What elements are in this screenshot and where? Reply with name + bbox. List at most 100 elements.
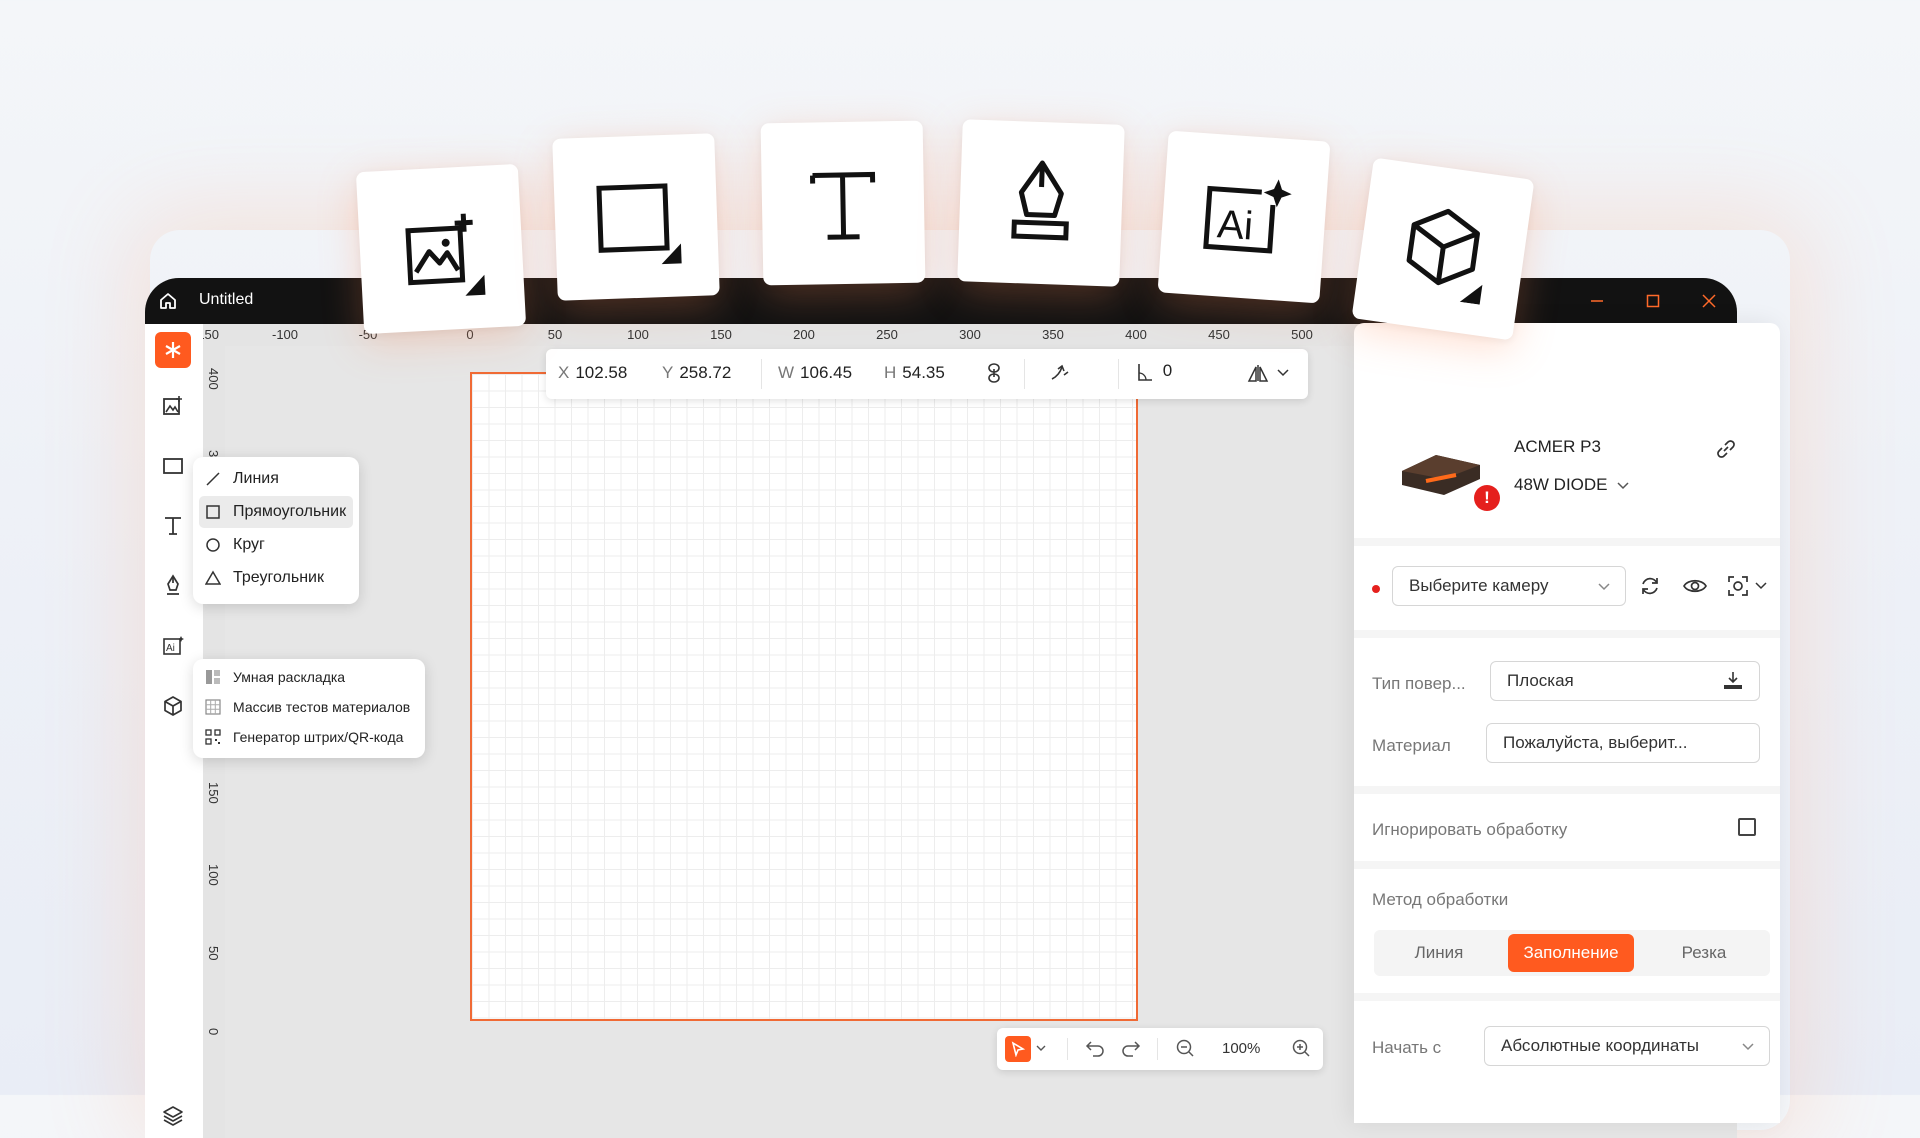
grid-icon (205, 699, 221, 715)
eye-icon (1683, 579, 1707, 593)
pen-icon (1011, 160, 1069, 241)
angle-value: 0 (1162, 361, 1173, 381)
tool-text[interactable] (155, 508, 191, 544)
ruler-tick: 500 (1291, 327, 1313, 342)
shape-menu-item-triangle[interactable]: Треугольник (199, 562, 353, 594)
camera-select[interactable]: Выберите камеру (1392, 566, 1626, 606)
layers-button[interactable] (155, 1098, 191, 1134)
shape-menu-item-rectangle[interactable]: Прямоугольник (199, 496, 353, 528)
select-tool-button[interactable] (1005, 1036, 1031, 1062)
tool-image[interactable] (155, 388, 191, 424)
processing-method-segmented: Линия Заполнение Резка (1374, 930, 1770, 976)
w-field[interactable]: W 106.45 (778, 363, 852, 383)
triangle-icon (205, 570, 221, 585)
chevron-down-icon (1742, 1043, 1754, 1051)
zoom-in-button[interactable] (1291, 1038, 1311, 1063)
svg-text:Ai: Ai (1216, 202, 1255, 248)
ruler-tick: -100 (271, 327, 299, 342)
window-controls (1569, 278, 1737, 324)
x-value: 102.58 (575, 363, 628, 382)
ruler-tick: 200 (793, 327, 815, 342)
maximize-button[interactable] (1625, 278, 1681, 324)
material-value: Пожалуйста, выберит... (1503, 733, 1688, 752)
camera-capture-button[interactable] (1726, 574, 1770, 603)
menu-item-label: Умная раскладка (233, 669, 346, 685)
ruler-tick: 150 (206, 782, 221, 804)
ruler-tick: 50 (547, 327, 563, 342)
device-warning-icon[interactable]: ! (1474, 485, 1500, 511)
laser-module-select[interactable]: 48W DIODE (1514, 475, 1630, 495)
feature-card-shape (552, 133, 720, 301)
tool-shape[interactable] (155, 448, 191, 484)
method-line-button[interactable]: Линия (1378, 934, 1500, 972)
menu-item-label: Прямоугольник (233, 503, 347, 520)
close-button[interactable] (1681, 278, 1737, 324)
ai-icon: Ai (1203, 179, 1292, 254)
link-icon (1717, 440, 1735, 458)
camera-preview-button[interactable] (1682, 574, 1708, 603)
start-from-select[interactable]: Абсолютные координаты (1484, 1026, 1770, 1066)
rectangle-icon (163, 458, 183, 474)
canvas-bottom-bar: 100% (997, 1028, 1323, 1070)
tools-menu-item-material-test[interactable]: Массив тестов материалов (199, 692, 419, 722)
tool-3d[interactable] (155, 688, 191, 724)
y-field[interactable]: Y 258.72 (662, 363, 731, 383)
camera-refresh-button[interactable] (1638, 574, 1662, 603)
shape-menu-item-circle[interactable]: Круг (199, 529, 353, 561)
tool-pen[interactable] (155, 568, 191, 604)
chevron-down-icon (1617, 482, 1629, 490)
circle-icon (206, 538, 220, 552)
ruler-tick: 350 (1042, 327, 1064, 342)
text-icon (165, 517, 181, 535)
cube-icon (164, 696, 182, 716)
ruler-tick: 100 (206, 864, 221, 886)
surface-type-value: Плоская (1507, 671, 1574, 690)
image-icon (163, 396, 182, 415)
logo-button[interactable] (155, 332, 191, 368)
document-title: Untitled (199, 291, 254, 308)
menu-item-label: Треугольник (233, 569, 324, 586)
ruler-tick: 0 (466, 327, 474, 342)
tools-menu-item-qr-generator[interactable]: Генератор штрих/QR-кода (199, 722, 419, 752)
method-fill-button[interactable]: Заполнение (1508, 934, 1634, 972)
tool-ai[interactable]: Ai (155, 628, 191, 664)
menu-item-label: Круг (233, 536, 265, 553)
tools-menu-item-smart-layout[interactable]: Умная раскладка (199, 662, 419, 692)
work-area-canvas[interactable] (470, 372, 1138, 1021)
material-select[interactable]: Пожалуйста, выберит... (1486, 723, 1760, 763)
cursor-icon (1011, 1041, 1026, 1057)
undo-button[interactable] (1085, 1038, 1105, 1063)
layers-icon (163, 1106, 183, 1126)
minimize-button[interactable] (1569, 278, 1625, 324)
flip-button[interactable] (1246, 361, 1294, 390)
angle-field[interactable]: 0 (1136, 361, 1172, 383)
shape-menu-item-line[interactable]: Линия (199, 463, 353, 495)
redo-button[interactable] (1121, 1038, 1141, 1063)
rotate-button[interactable] (1048, 361, 1072, 390)
ruler-tick: 450 (1208, 327, 1230, 342)
ignore-processing-checkbox[interactable] (1738, 818, 1756, 836)
tools-menu: Умная раскладка Массив тестов материалов… (193, 659, 425, 758)
redo-icon (1122, 1041, 1141, 1057)
divider (1157, 1038, 1158, 1060)
close-icon (1702, 294, 1716, 308)
select-tool-dropdown[interactable] (1035, 1041, 1047, 1059)
zoom-out-button[interactable] (1175, 1038, 1195, 1063)
home-button[interactable] (145, 278, 191, 324)
section-separator (1354, 786, 1780, 794)
properties-bar: X 102.58 Y 258.72 W 106.45 H 54.35 0 (546, 349, 1308, 399)
surface-type-select[interactable]: Плоская (1490, 661, 1760, 701)
method-cut-button[interactable]: Резка (1642, 934, 1766, 972)
processing-method-label: Метод обработки (1372, 890, 1509, 909)
divider (761, 359, 762, 389)
ruler-tick: 0 (206, 1028, 221, 1036)
zoom-level[interactable]: 100% (1222, 1040, 1260, 1057)
ruler-tick: 400 (1125, 327, 1147, 342)
h-value: 54.35 (902, 363, 945, 382)
x-field[interactable]: X 102.58 (558, 363, 627, 383)
cube-icon (1406, 208, 1483, 305)
h-field[interactable]: H 54.35 (884, 363, 945, 383)
lock-ratio-button[interactable] (984, 361, 1004, 390)
device-link-button[interactable] (1714, 437, 1738, 466)
chevron-down-icon (1036, 1045, 1046, 1051)
